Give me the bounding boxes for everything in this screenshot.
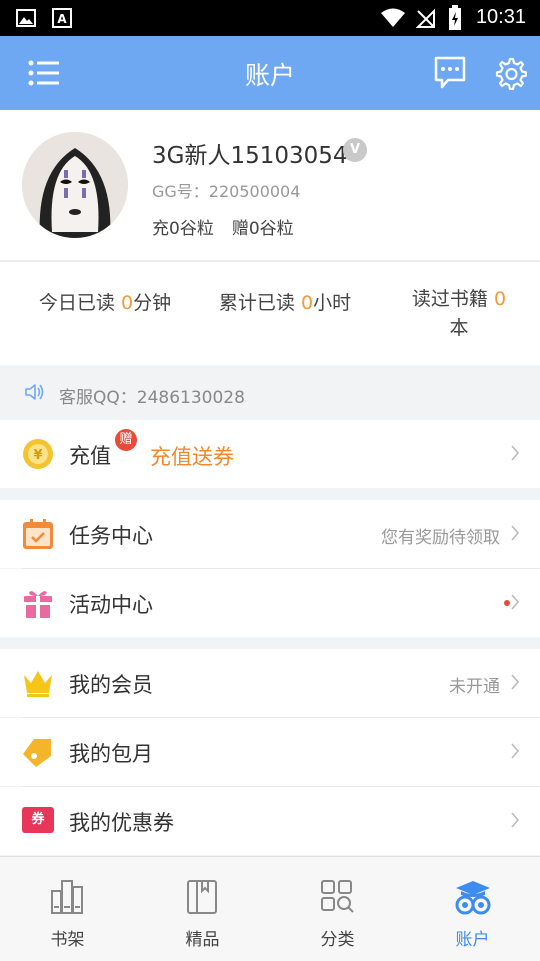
task-center-label: 任务中心 — [69, 524, 153, 548]
font-icon: A — [52, 8, 72, 28]
status-bar: A 10:31 — [0, 0, 540, 36]
category-grid-icon — [321, 880, 354, 913]
tab-categories[interactable]: 分类 — [270, 857, 405, 961]
my-membership-row[interactable]: 我的会员 未开通 — [0, 649, 540, 717]
tab-label: 账户 — [455, 930, 490, 950]
activity-center-row[interactable]: 活动中心 — [0, 569, 540, 637]
svg-text:¥: ¥ — [33, 448, 42, 463]
recharge-label: 充值 — [69, 444, 111, 468]
message-icon[interactable] — [434, 56, 466, 90]
price-tag-icon — [23, 739, 51, 767]
owl-graduation-icon — [455, 881, 491, 915]
username: 3G新人15103054 — [152, 143, 348, 169]
bottom-tab-bar: 书架 精品 分类 账户 — [0, 856, 540, 961]
wifi-icon — [381, 8, 405, 27]
status-time: 10:31 — [475, 6, 526, 28]
calendar-check-icon — [23, 519, 53, 549]
reading-stats: 今日已读 0分钟 累计已读 0小时 读过书籍 0本 — [0, 261, 540, 366]
battery-icon — [449, 5, 461, 30]
my-coupons-label: 我的优惠券 — [69, 811, 174, 835]
membership-status: 未开通 — [449, 677, 500, 697]
chevron-right-icon — [511, 674, 520, 690]
coin-icon: ¥ — [23, 439, 53, 469]
stat-books: 读过书籍 0本 — [411, 288, 507, 339]
profile-card[interactable]: 3G新人15103054 V GG号：220500004 充0谷粒 赠0谷粒 — [0, 110, 540, 260]
settings-gear-icon[interactable] — [493, 56, 527, 90]
speaker-icon — [25, 384, 44, 400]
recharge-promo: 充值送券 — [150, 445, 234, 469]
avatar[interactable] — [22, 132, 128, 238]
gifted-coins: 赠0谷粒 — [231, 219, 294, 239]
my-membership-label: 我的会员 — [69, 673, 153, 697]
task-reward-hint: 您有奖励待领取 — [381, 528, 500, 548]
image-icon — [16, 9, 36, 27]
tab-bookshelf[interactable]: 书架 — [0, 857, 135, 961]
crown-icon — [24, 671, 52, 697]
vip-badge-icon: V — [343, 138, 367, 162]
stat-today-value: 0 — [120, 292, 134, 314]
chevron-right-icon — [511, 594, 520, 610]
monthly-subscription-label: 我的包月 — [69, 742, 153, 766]
chevron-right-icon — [511, 743, 520, 759]
coin-balance: 充0谷粒 赠0谷粒 — [152, 214, 312, 239]
stat-books-value: 0 — [493, 288, 507, 310]
my-coupons-row[interactable]: 券 我的优惠券 — [0, 787, 540, 855]
header-bar: 账户 — [0, 36, 540, 110]
stat-total: 累计已读 0小时 — [218, 292, 352, 314]
activity-center-label: 活动中心 — [69, 593, 153, 617]
gift-badge: 赠 — [115, 429, 137, 451]
no-face-avatar-icon — [22, 132, 128, 238]
tab-label: 分类 — [320, 930, 355, 950]
customer-service-notice: 客服QQ：2486130028 — [0, 365, 540, 420]
recharge-row[interactable]: ¥ 充值 赠 充值送券 — [0, 420, 540, 488]
no-signal-icon — [416, 8, 435, 28]
tab-account[interactable]: 账户 — [405, 857, 540, 961]
stat-total-value: 0 — [300, 292, 314, 314]
customer-service-qq: 客服QQ：2486130028 — [59, 388, 245, 408]
chevron-right-icon — [511, 525, 520, 541]
gift-icon — [24, 591, 52, 618]
book-icon — [187, 880, 217, 914]
tab-featured[interactable]: 精品 — [135, 857, 270, 961]
monthly-subscription-row[interactable]: 我的包月 — [0, 718, 540, 786]
tab-label: 精品 — [185, 930, 220, 950]
charged-coins: 充0谷粒 — [152, 219, 214, 239]
stat-today: 今日已读 0分钟 — [38, 292, 172, 314]
chevron-right-icon — [511, 812, 520, 828]
tab-label: 书架 — [50, 930, 85, 950]
chevron-right-icon — [511, 445, 520, 461]
coupon-icon: 券 — [22, 807, 54, 833]
bookshelf-icon — [51, 880, 83, 914]
svg-text:A: A — [57, 12, 67, 26]
gg-id: GG号：220500004 — [152, 182, 301, 201]
task-center-row[interactable]: 任务中心 您有奖励待领取 — [0, 500, 540, 568]
